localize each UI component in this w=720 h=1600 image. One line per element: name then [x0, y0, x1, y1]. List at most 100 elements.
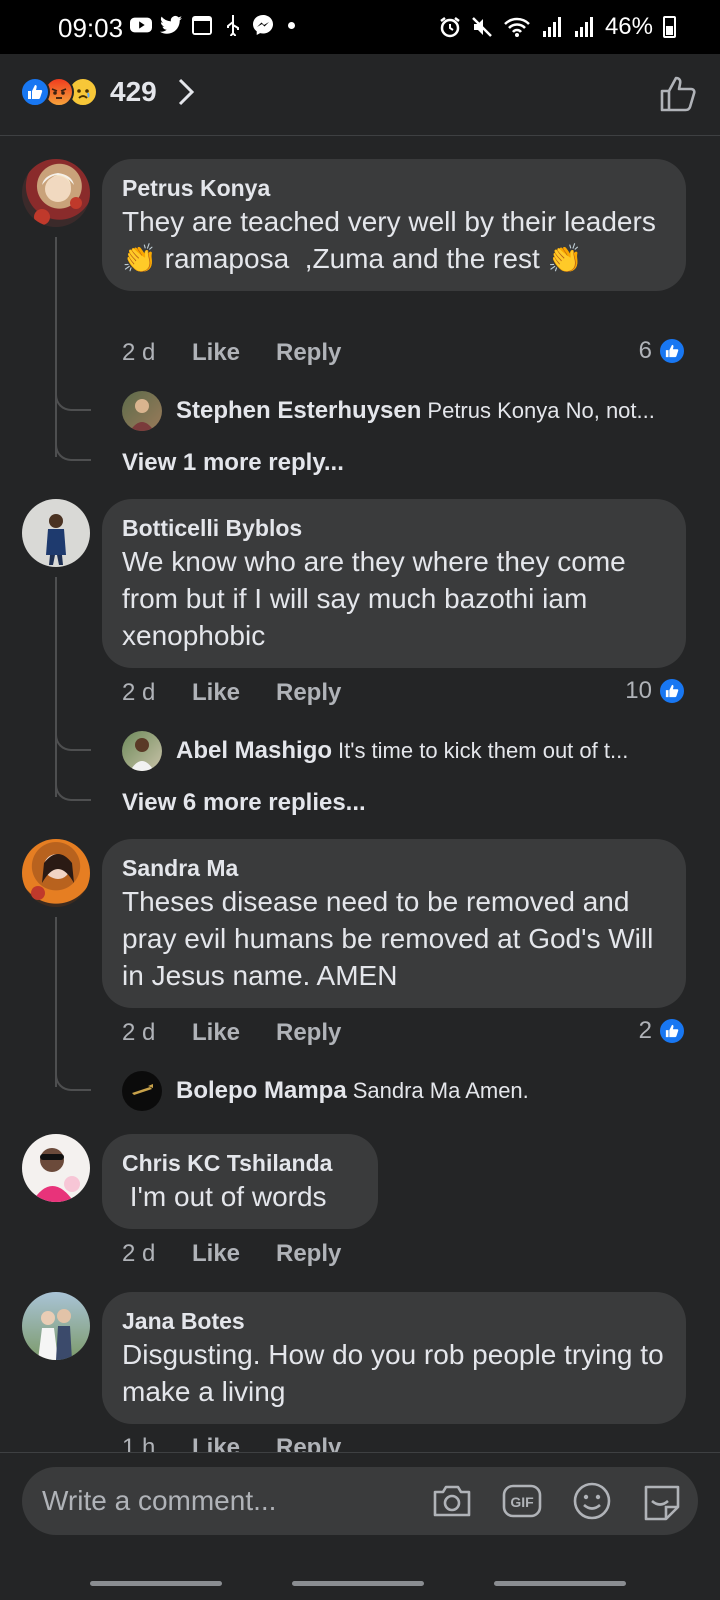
comment-time: 2 d: [122, 1240, 156, 1267]
comment-text: Theses disease need to be removed and pr…: [122, 886, 662, 991]
thread-branch: [55, 387, 91, 411]
comment-bubble[interactable]: Chris KC Tshilanda I'm out of words: [102, 1134, 378, 1229]
thread-branch: [55, 727, 91, 751]
reply-snippet: Petrus Konya No, not...: [427, 398, 655, 423]
comments-screen: 429 Petrus Konya They are teached very w…: [0, 54, 720, 1600]
comment-composer: Write a comment... GIF: [0, 1452, 720, 1600]
reply-text: Abel Mashigo It's time to kick them out o…: [176, 737, 628, 765]
reply-button[interactable]: Reply: [276, 1240, 341, 1268]
comment-author[interactable]: Sandra Ma: [122, 853, 666, 883]
like-count: 2: [638, 1017, 652, 1044]
calendar-icon: [190, 14, 214, 36]
thread-line: [55, 917, 57, 1087]
avatar: [122, 731, 162, 771]
like-count: 10: [625, 677, 652, 704]
avatar: [122, 1071, 162, 1111]
reply-text: Bolepo Mampa Sandra Ma Amen.: [176, 1077, 529, 1105]
reactions-header: 429: [0, 54, 720, 136]
youtube-icon: [130, 14, 152, 36]
thread-line: [55, 237, 57, 457]
emoji-icon[interactable]: [570, 1479, 614, 1523]
comment-text: We know who are they where they come fro…: [122, 546, 634, 651]
like-button[interactable]: Like: [192, 339, 276, 367]
reply-preview[interactable]: Bolepo Mampa Sandra Ma Amen.: [122, 1071, 692, 1111]
avatar[interactable]: [22, 839, 90, 907]
avatar[interactable]: [22, 1134, 90, 1202]
like-count: 6: [638, 337, 652, 364]
chevron-right-icon[interactable]: [175, 77, 197, 107]
mute-icon: [471, 16, 493, 38]
reply-preview[interactable]: Abel Mashigo It's time to kick them out o…: [122, 731, 692, 771]
like-post-icon[interactable]: [658, 74, 698, 114]
comment-time: 2 d: [122, 679, 156, 706]
avatar[interactable]: [22, 1292, 90, 1360]
nav-gesture-bar: [292, 1581, 424, 1586]
reply-button[interactable]: Reply: [276, 339, 341, 367]
comment-text: They are teached very well by their lead…: [122, 206, 664, 274]
composer-actions: GIF: [430, 1479, 684, 1523]
comment-text: I'm out of words: [122, 1181, 327, 1212]
comment-input[interactable]: Write a comment... GIF: [22, 1467, 698, 1535]
reply-button[interactable]: Reply: [276, 1019, 341, 1047]
reply-author[interactable]: Abel Mashigo: [176, 737, 332, 764]
comment-author[interactable]: Petrus Konya: [122, 173, 666, 203]
view-more-replies[interactable]: View 6 more replies...: [122, 789, 366, 817]
comment-bubble[interactable]: Jana Botes Disgusting. How do you rob pe…: [102, 1292, 686, 1424]
avatar[interactable]: [22, 159, 90, 227]
alarm-icon: [439, 16, 461, 38]
signal-icon-1: [541, 16, 563, 38]
comment-author[interactable]: Botticelli Byblos: [122, 513, 666, 543]
camera-icon[interactable]: [430, 1479, 474, 1523]
reply-preview[interactable]: Stephen Esterhuysen Petrus Konya No, not.…: [122, 391, 692, 431]
status-bar: 09:03 46%: [0, 0, 720, 54]
comment-bubble[interactable]: Petrus Konya They are teached very well …: [102, 159, 686, 291]
messenger-icon: [252, 14, 274, 36]
comment-like-count: 6: [639, 337, 686, 365]
thread-branch: [55, 777, 91, 801]
svg-text:GIF: GIF: [510, 1494, 534, 1510]
more-notifications-dot: [288, 21, 295, 29]
comment-text: Disgusting. How do you rob people trying…: [122, 1339, 672, 1407]
thread-branch: [55, 1067, 91, 1091]
comment-time: 2 d: [122, 1019, 156, 1046]
battery-icon: [663, 16, 676, 38]
like-badge-icon: [658, 677, 686, 705]
reply-author[interactable]: Stephen Esterhuysen: [176, 397, 421, 424]
view-more-replies[interactable]: View 1 more reply...: [122, 449, 344, 477]
comment-like-count: 2: [639, 1017, 686, 1045]
signal-icon-2: [573, 16, 595, 38]
reply-author[interactable]: Bolepo Mampa: [176, 1077, 347, 1104]
gif-icon[interactable]: GIF: [500, 1479, 544, 1523]
comment-bubble[interactable]: Botticelli Byblos We know who are they w…: [102, 499, 686, 668]
thread-line: [55, 577, 57, 797]
reactions-summary[interactable]: 429: [20, 76, 197, 108]
comment-actions: 2 d Like Reply: [122, 339, 341, 367]
comment-actions: 2 d Like Reply: [122, 679, 341, 707]
reply-snippet: It's time to kick them out of t...: [338, 738, 629, 763]
comment-actions: 2 d Like Reply: [122, 1019, 341, 1047]
comment-bubble[interactable]: Sandra Ma Theses disease need to be remo…: [102, 839, 686, 1008]
like-button[interactable]: Like: [192, 679, 276, 707]
notification-icons: [130, 14, 295, 36]
like-button[interactable]: Like: [192, 1019, 276, 1047]
comment-like-count: 10: [625, 677, 686, 705]
avatar[interactable]: [22, 499, 90, 567]
comment-input-placeholder: Write a comment...: [42, 1485, 277, 1516]
like-button[interactable]: Like: [192, 1240, 276, 1268]
reply-snippet: Sandra Ma Amen.: [352, 1078, 529, 1103]
thread-branch: [55, 437, 91, 461]
comment-author[interactable]: Chris KC Tshilanda: [122, 1148, 358, 1178]
battery-percent: 46%: [604, 13, 653, 40]
comment-time: 2 d: [122, 339, 156, 366]
reply-text: Stephen Esterhuysen Petrus Konya No, not.…: [176, 397, 655, 425]
status-time: 09:03: [58, 13, 124, 43]
reply-button[interactable]: Reply: [276, 679, 341, 707]
comment-author[interactable]: Jana Botes: [122, 1306, 666, 1336]
like-badge-icon: [658, 1017, 686, 1045]
like-reaction-icon: [20, 77, 50, 107]
system-icons: 46%: [439, 13, 676, 41]
wifi-icon: [503, 16, 531, 38]
twitter-icon: [160, 14, 182, 36]
sticker-icon[interactable]: [640, 1479, 684, 1523]
nav-gesture-bar: [90, 1581, 222, 1586]
